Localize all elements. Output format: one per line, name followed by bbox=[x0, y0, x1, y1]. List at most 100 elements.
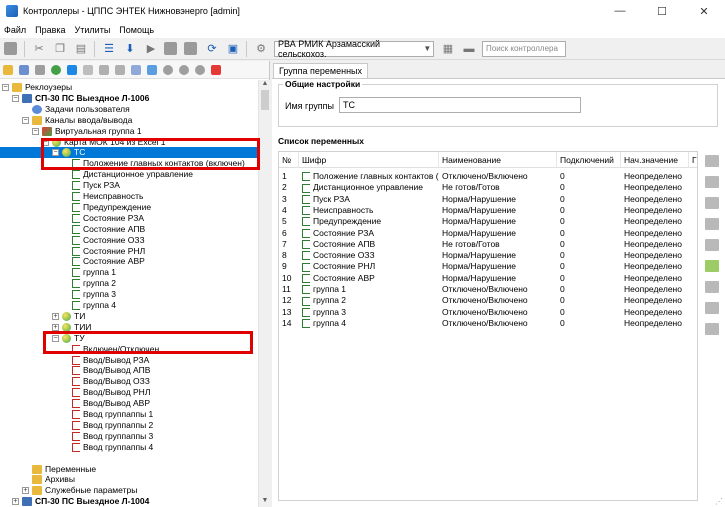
table-row[interactable]: 8 Состояние ОЗЗ Норма/Нарушение 0 Неопределе… bbox=[279, 249, 697, 261]
paste-tree-icon[interactable] bbox=[131, 64, 141, 75]
tree-item[interactable]: Положение главных контактов (включен) bbox=[62, 158, 245, 169]
copy-tree-icon[interactable] bbox=[115, 64, 125, 75]
tree-item[interactable]: Ввод группаппы 1 bbox=[62, 409, 153, 420]
info-icon[interactable] bbox=[195, 64, 205, 75]
col-connections[interactable]: Подключений bbox=[557, 152, 621, 168]
col-extra[interactable]: Г bbox=[689, 152, 697, 168]
stop-icon[interactable] bbox=[4, 42, 17, 55]
table-row[interactable]: 3 Пуск РЗА Норма/Нарушение 0 Неопределено bbox=[279, 193, 697, 205]
tree-item[interactable]: Ввод/Вывод РЗА bbox=[62, 355, 149, 366]
pause-icon[interactable] bbox=[184, 42, 197, 55]
open-folder-icon[interactable] bbox=[3, 64, 13, 75]
tree-item[interactable]: Переменные bbox=[22, 464, 96, 475]
menu-utilities[interactable]: Утилиты bbox=[75, 25, 111, 35]
scroll-down-icon[interactable]: ▼ bbox=[259, 497, 271, 507]
col-initial-value[interactable]: Нач.значение bbox=[621, 152, 689, 168]
scroll-up-icon[interactable]: ▲ bbox=[259, 80, 271, 90]
tree-item[interactable]: группа 1 bbox=[62, 267, 116, 278]
table-row[interactable]: 14 группа 4 Отключено/Включено 0 Неопределен… bbox=[279, 317, 697, 329]
tree-item[interactable]: Ввод группаппы 4 bbox=[62, 442, 153, 453]
copy-icon[interactable]: ❐ bbox=[52, 41, 68, 57]
menu-help[interactable]: Помощь bbox=[119, 25, 154, 35]
tree-item[interactable]: группа 3 bbox=[62, 289, 116, 300]
tree-item[interactable]: Предупреждение bbox=[62, 202, 151, 213]
table-row[interactable]: 9 Состояние РНЛ Норма/Нарушение 0 Неопределе… bbox=[279, 260, 697, 272]
tree-item[interactable]: Состояние РЗА bbox=[62, 213, 144, 224]
refresh-icon[interactable]: ⟳ bbox=[204, 41, 220, 57]
stop2-icon[interactable] bbox=[164, 42, 177, 55]
maximize-button[interactable]: ☐ bbox=[641, 0, 683, 22]
expand-icon[interactable]: + bbox=[22, 487, 29, 495]
collapse-icon[interactable]: − bbox=[42, 138, 49, 146]
tree-item[interactable]: − Каналы ввода/вывода bbox=[22, 115, 132, 126]
add-channel-icon[interactable] bbox=[67, 64, 77, 75]
table-row[interactable]: 1 Положение главных контактов (в... Отключ… bbox=[279, 170, 697, 182]
table-row[interactable]: 2 Дистанционное управление Не готов/Готов 0… bbox=[279, 181, 697, 193]
download-icon[interactable]: ⬇ bbox=[122, 41, 138, 57]
table-row[interactable]: 10 Состояние АВР Норма/Нарушение 0 Неопредел… bbox=[279, 272, 697, 284]
tree-item[interactable]: Состояние ОЗЗ bbox=[62, 235, 145, 246]
tab-variable-group[interactable]: Группа переменных bbox=[273, 63, 369, 79]
collapse-icon[interactable]: − bbox=[2, 84, 9, 91]
table-row[interactable]: 6 Состояние РЗА Норма/Нарушение 0 Неопределе… bbox=[279, 227, 697, 239]
tree-item[interactable]: группа 4 bbox=[62, 300, 116, 311]
collapse-icon[interactable]: − bbox=[12, 94, 19, 102]
expand-icon[interactable]: + bbox=[12, 498, 19, 506]
col-number[interactable]: № bbox=[279, 152, 299, 168]
tree-item[interactable]: Ввод группаппы 2 bbox=[62, 420, 153, 431]
move-down-icon[interactable] bbox=[705, 176, 719, 188]
tree-item[interactable]: Ввод группаппы 3 bbox=[62, 431, 153, 442]
col-code[interactable]: Шифр bbox=[299, 152, 439, 168]
table-row[interactable]: 13 группа 3 Отключено/Включено 0 Неопределен… bbox=[279, 306, 697, 318]
menu-edit[interactable]: Правка bbox=[35, 25, 65, 35]
terminal-icon[interactable]: ▬ bbox=[461, 41, 477, 57]
collapse-icon[interactable]: − bbox=[52, 334, 59, 342]
tree-item[interactable]: Дистанционное управление bbox=[62, 169, 193, 180]
controller-search-input[interactable]: Поиск контроллера bbox=[482, 40, 566, 57]
cut-tree-icon[interactable] bbox=[99, 64, 109, 75]
link-icon[interactable] bbox=[705, 218, 719, 230]
scrollbar-thumb[interactable] bbox=[261, 90, 269, 110]
collapse-icon[interactable]: − bbox=[52, 149, 59, 157]
tree-item[interactable]: Ввод/Вывод АВР bbox=[62, 398, 150, 409]
tree-item[interactable]: группа 2 bbox=[62, 278, 116, 289]
controller-select[interactable]: РВА РМИК Арзамасский сельскохоз. ▼ bbox=[274, 39, 434, 59]
col-name[interactable]: Наименование bbox=[439, 152, 557, 168]
tree-item[interactable]: Неисправность bbox=[62, 191, 143, 202]
minimize-button[interactable]: — bbox=[599, 0, 641, 22]
up-icon[interactable] bbox=[163, 64, 173, 75]
group-name-input[interactable]: ТС bbox=[339, 97, 581, 113]
cut-icon[interactable]: ✂ bbox=[31, 41, 47, 57]
close-button[interactable]: ✕ bbox=[683, 0, 725, 22]
tree-item[interactable]: Пуск РЗА bbox=[62, 180, 120, 191]
table-row[interactable]: 11 группа 1 Отключено/Включено 0 Неопределен… bbox=[279, 283, 697, 295]
tree-item[interactable]: Ввод/Вывод ОЗЗ bbox=[62, 376, 150, 387]
tree-item[interactable]: Ввод/Вывод РНЛ bbox=[62, 387, 150, 398]
delete-icon[interactable] bbox=[211, 64, 221, 75]
tree-scrollbar[interactable]: ▲ ▼ bbox=[258, 80, 270, 507]
tree-item[interactable]: − Реклоузеры bbox=[2, 82, 72, 93]
play-icon[interactable]: ▶ bbox=[143, 41, 159, 57]
add-group-icon[interactable] bbox=[51, 64, 61, 75]
collapse-icon[interactable]: − bbox=[32, 127, 39, 135]
tree-item[interactable]: − Виртуальная группа 1 bbox=[32, 126, 142, 137]
resize-grip-icon[interactable]: ⋰ bbox=[715, 497, 723, 506]
disabled-icon[interactable] bbox=[83, 64, 93, 75]
tree-item[interactable]: Состояние АПВ bbox=[62, 224, 145, 235]
tree-item[interactable]: + СП-30 ПС Выездное Л-1004 bbox=[12, 496, 149, 507]
table-row[interactable]: 7 Состояние АПВ Не готов/Готов 0 Неопределен… bbox=[279, 238, 697, 250]
stop-tree-icon[interactable] bbox=[35, 64, 45, 75]
tree-item[interactable]: − Карта МОК 104 из Excel 1 bbox=[42, 137, 166, 148]
down-icon[interactable] bbox=[179, 64, 189, 75]
tree-item[interactable]: + ТИИ bbox=[52, 322, 91, 333]
collapse-icon[interactable]: − bbox=[22, 116, 29, 124]
table-row[interactable]: 4 Неисправность Норма/Нарушение 0 Неопределе… bbox=[279, 204, 697, 216]
table-row[interactable]: 5 Предупреждение Норма/Нарушение 0 Неопредел… bbox=[279, 215, 697, 227]
list-icon[interactable]: ☰ bbox=[101, 41, 117, 57]
gear-icon[interactable]: ⚙ bbox=[253, 41, 269, 57]
properties-icon[interactable] bbox=[705, 302, 719, 314]
expand-icon[interactable]: + bbox=[52, 312, 59, 320]
move-up-icon[interactable] bbox=[705, 155, 719, 167]
calculator-icon[interactable]: ▦ bbox=[440, 41, 456, 57]
connector-icon[interactable] bbox=[705, 239, 719, 251]
